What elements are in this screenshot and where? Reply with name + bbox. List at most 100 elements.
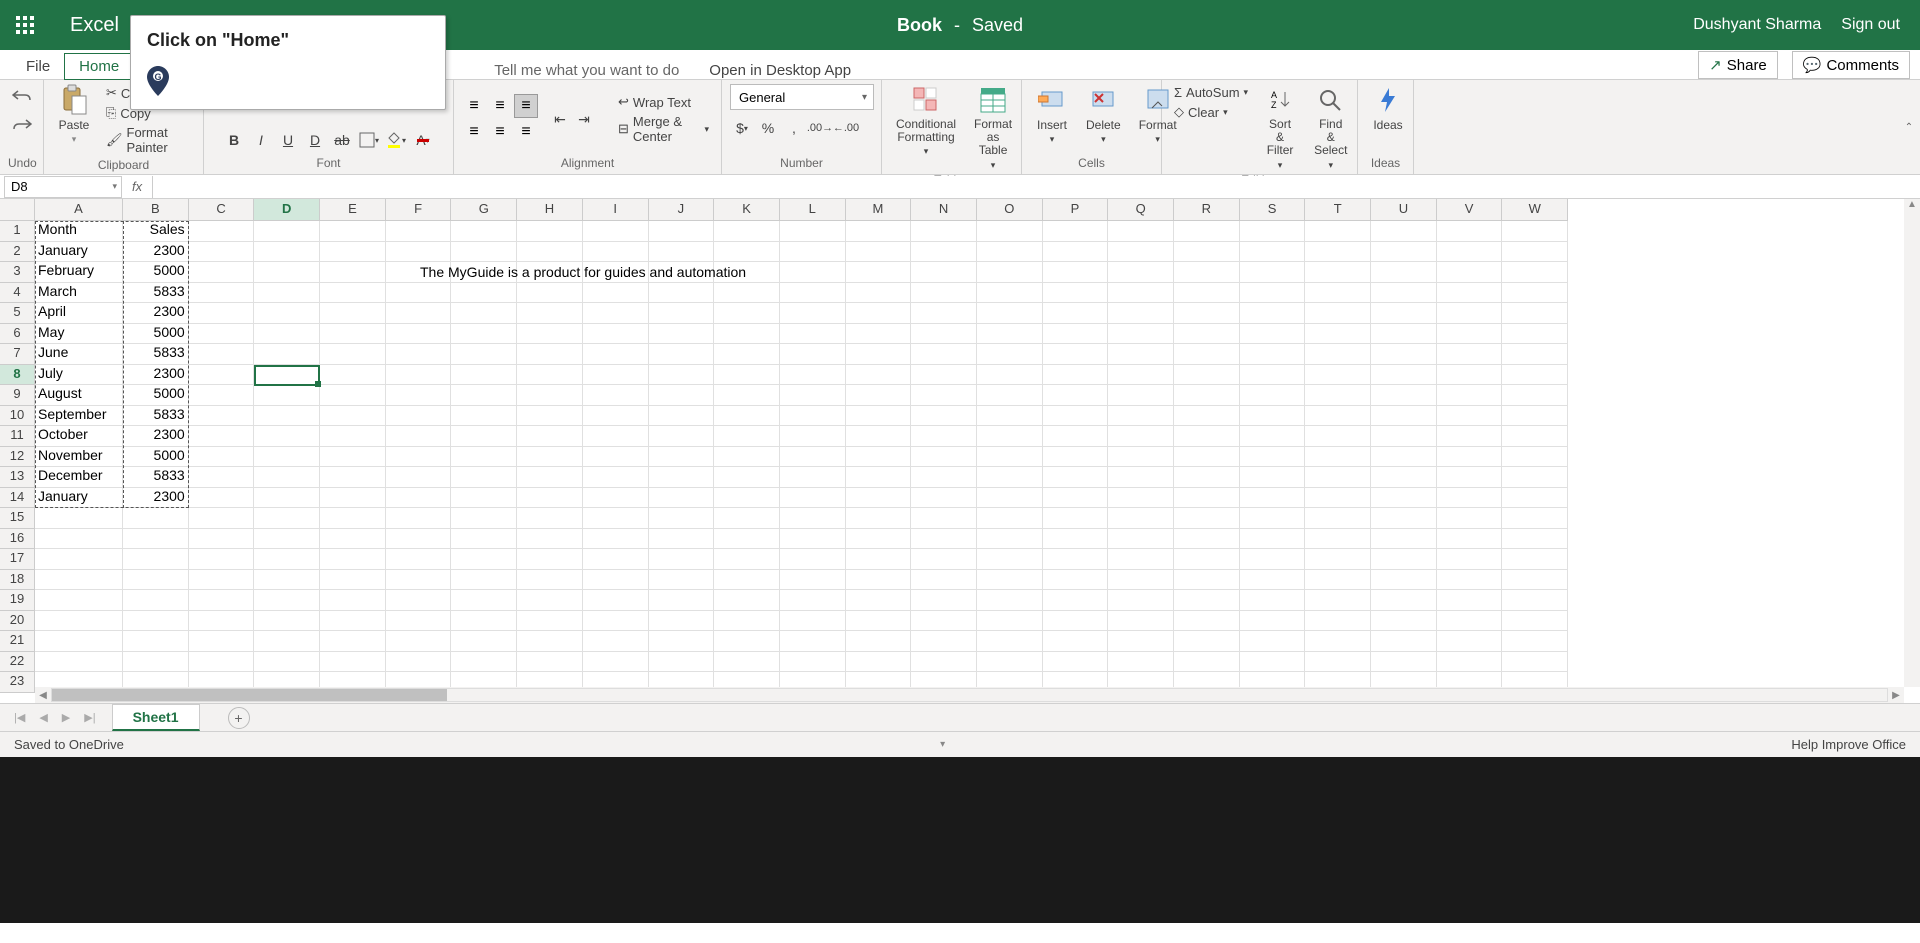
- cell-K20[interactable]: [714, 611, 780, 632]
- cell-K12[interactable]: [714, 447, 780, 468]
- cell-L17[interactable]: [780, 549, 846, 570]
- cell-H11[interactable]: [517, 426, 583, 447]
- cell-Q16[interactable]: [1108, 529, 1174, 550]
- cell-F14[interactable]: [386, 488, 452, 509]
- format-painter-button[interactable]: 🖌Format Painter: [102, 124, 195, 156]
- cell-E3[interactable]: [320, 262, 386, 283]
- cell-N12[interactable]: [911, 447, 977, 468]
- cell-C16[interactable]: [189, 529, 255, 550]
- cell-R2[interactable]: [1174, 242, 1240, 263]
- insert-cells-button[interactable]: Insert▾: [1030, 84, 1074, 145]
- cell-F19[interactable]: [386, 590, 452, 611]
- comma-button[interactable]: ,: [782, 116, 806, 140]
- cell-L14[interactable]: [780, 488, 846, 509]
- cell-T17[interactable]: [1305, 549, 1371, 570]
- cell-R15[interactable]: [1174, 508, 1240, 529]
- format-as-table-button[interactable]: Format as Table▾: [968, 84, 1018, 171]
- cell-O15[interactable]: [977, 508, 1043, 529]
- cell-I12[interactable]: [583, 447, 649, 468]
- cell-B10[interactable]: 5833: [123, 406, 189, 427]
- cell-F22[interactable]: [386, 652, 452, 673]
- cell-T13[interactable]: [1305, 467, 1371, 488]
- cell-L2[interactable]: [780, 242, 846, 263]
- cell-U13[interactable]: [1371, 467, 1437, 488]
- cell-B12[interactable]: 5000: [123, 447, 189, 468]
- cell-V1[interactable]: [1437, 221, 1503, 242]
- cell-U22[interactable]: [1371, 652, 1437, 673]
- currency-button[interactable]: $▾: [730, 116, 754, 140]
- cell-R21[interactable]: [1174, 631, 1240, 652]
- cell-N5[interactable]: [911, 303, 977, 324]
- cell-O11[interactable]: [977, 426, 1043, 447]
- cell-M7[interactable]: [846, 344, 912, 365]
- cell-J20[interactable]: [649, 611, 715, 632]
- cell-K15[interactable]: [714, 508, 780, 529]
- cell-C10[interactable]: [189, 406, 255, 427]
- column-header-T[interactable]: T: [1305, 199, 1371, 221]
- cells-area[interactable]: MonthSalesJanuary2300February5000March58…: [35, 221, 1568, 693]
- cell-P19[interactable]: [1043, 590, 1109, 611]
- decrease-decimal-button[interactable]: ←.00: [834, 116, 858, 140]
- user-name[interactable]: Dushyant Sharma: [1693, 16, 1821, 34]
- cell-P1[interactable]: [1043, 221, 1109, 242]
- signout-link[interactable]: Sign out: [1841, 16, 1900, 34]
- cell-C19[interactable]: [189, 590, 255, 611]
- cell-W1[interactable]: [1502, 221, 1568, 242]
- cell-V12[interactable]: [1437, 447, 1503, 468]
- cell-A15[interactable]: [35, 508, 123, 529]
- cell-F4[interactable]: [386, 283, 452, 304]
- cell-E10[interactable]: [320, 406, 386, 427]
- row-header-17[interactable]: 17: [0, 549, 35, 570]
- share-button[interactable]: ↗Share: [1698, 51, 1778, 79]
- clear-button[interactable]: ◇Clear▾: [1170, 103, 1252, 121]
- cell-F8[interactable]: [386, 365, 452, 386]
- sheet-last-button[interactable]: ▶|: [84, 711, 95, 724]
- cell-V22[interactable]: [1437, 652, 1503, 673]
- cell-R17[interactable]: [1174, 549, 1240, 570]
- cell-T12[interactable]: [1305, 447, 1371, 468]
- cell-B2[interactable]: 2300: [123, 242, 189, 263]
- cell-M10[interactable]: [846, 406, 912, 427]
- cell-T5[interactable]: [1305, 303, 1371, 324]
- cell-A14[interactable]: January: [35, 488, 123, 509]
- cell-G17[interactable]: [451, 549, 517, 570]
- cell-M17[interactable]: [846, 549, 912, 570]
- number-format-select[interactable]: General▾: [730, 84, 874, 110]
- cell-U7[interactable]: [1371, 344, 1437, 365]
- cell-S5[interactable]: [1240, 303, 1306, 324]
- column-header-L[interactable]: L: [780, 199, 846, 221]
- cell-L19[interactable]: [780, 590, 846, 611]
- doc-title[interactable]: Book: [897, 15, 942, 36]
- cell-V16[interactable]: [1437, 529, 1503, 550]
- cell-J5[interactable]: [649, 303, 715, 324]
- cell-V18[interactable]: [1437, 570, 1503, 591]
- cell-T7[interactable]: [1305, 344, 1371, 365]
- cell-H22[interactable]: [517, 652, 583, 673]
- name-box[interactable]: D8▾: [4, 176, 122, 198]
- cell-Q5[interactable]: [1108, 303, 1174, 324]
- column-header-A[interactable]: A: [35, 199, 123, 221]
- cell-J17[interactable]: [649, 549, 715, 570]
- cell-D21[interactable]: [254, 631, 320, 652]
- cell-W10[interactable]: [1502, 406, 1568, 427]
- cell-F18[interactable]: [386, 570, 452, 591]
- cell-C12[interactable]: [189, 447, 255, 468]
- cell-K21[interactable]: [714, 631, 780, 652]
- cell-D1[interactable]: [254, 221, 320, 242]
- cell-A16[interactable]: [35, 529, 123, 550]
- column-header-F[interactable]: F: [386, 199, 452, 221]
- cell-F16[interactable]: [386, 529, 452, 550]
- cell-W8[interactable]: [1502, 365, 1568, 386]
- cell-D2[interactable]: [254, 242, 320, 263]
- cell-G4[interactable]: [451, 283, 517, 304]
- cell-N22[interactable]: [911, 652, 977, 673]
- cell-B9[interactable]: 5000: [123, 385, 189, 406]
- cell-K13[interactable]: [714, 467, 780, 488]
- cell-R1[interactable]: [1174, 221, 1240, 242]
- cell-I21[interactable]: [583, 631, 649, 652]
- cell-G15[interactable]: [451, 508, 517, 529]
- cell-N10[interactable]: [911, 406, 977, 427]
- cell-F20[interactable]: [386, 611, 452, 632]
- undo-button[interactable]: [12, 88, 32, 109]
- cell-W18[interactable]: [1502, 570, 1568, 591]
